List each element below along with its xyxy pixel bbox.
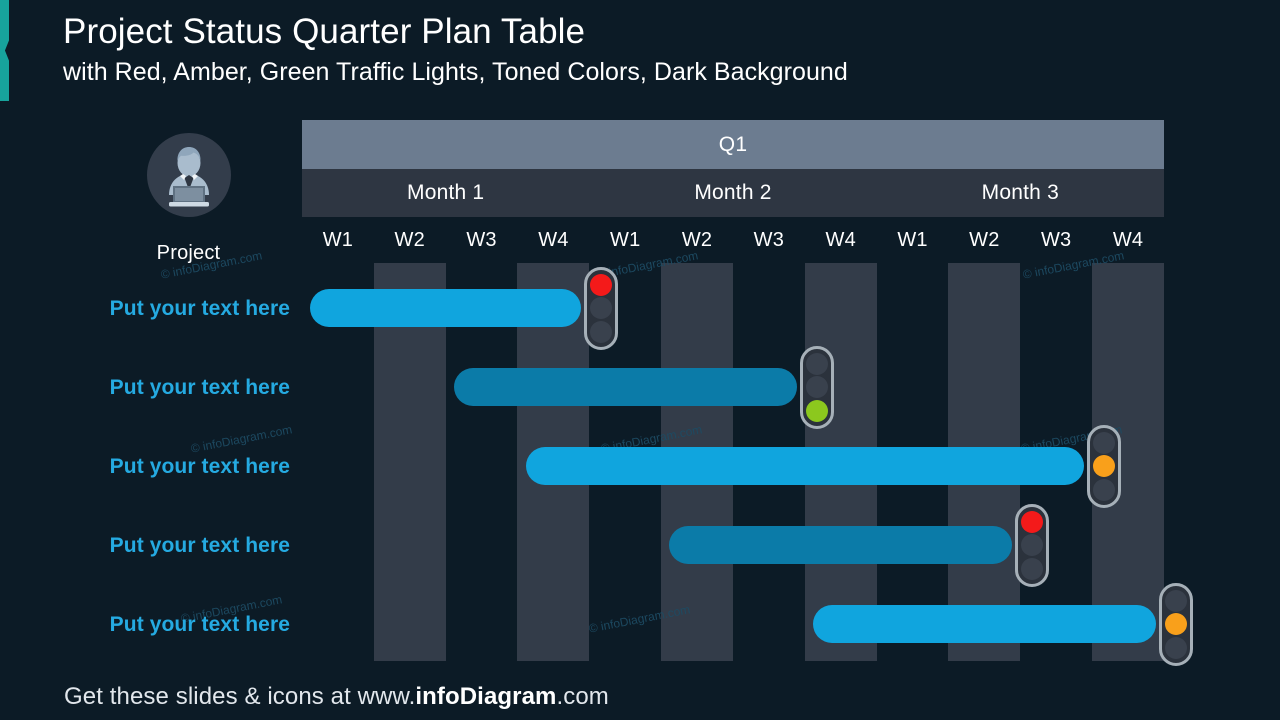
week-header-cell: W2 bbox=[969, 228, 1000, 251]
project-label: Project bbox=[156, 242, 221, 264]
page-title: Project Status Quarter Plan Table bbox=[63, 12, 586, 51]
task-bar[interactable] bbox=[669, 526, 1013, 564]
week-header-cell: W4 bbox=[1112, 228, 1144, 251]
traffic-light-red-lamp bbox=[1021, 510, 1044, 533]
traffic-light-amber[interactable] bbox=[1087, 425, 1122, 508]
task-bar[interactable] bbox=[812, 605, 1156, 643]
traffic-light-green-lamp bbox=[805, 400, 828, 423]
traffic-light-green-lamp bbox=[1021, 558, 1044, 581]
month-header-row: Month 1 Month 2 Month 3 bbox=[302, 169, 1164, 217]
week-header-cell: W1 bbox=[610, 228, 641, 251]
task-row-label: Put your text here bbox=[109, 455, 290, 478]
week-header-cell: W3 bbox=[753, 228, 785, 251]
traffic-light-green[interactable] bbox=[799, 346, 834, 429]
week-header-cell: W2 bbox=[681, 228, 713, 251]
traffic-light-red-lamp bbox=[805, 352, 828, 375]
footer-suffix: .com bbox=[556, 683, 609, 710]
week-header-cell: W1 bbox=[322, 228, 354, 251]
left-accent-bar bbox=[0, 0, 9, 101]
traffic-light-amber-lamp bbox=[1021, 534, 1044, 557]
week-header-cell: W4 bbox=[538, 228, 569, 251]
page-subtitle: with Red, Amber, Green Traffic Lights, T… bbox=[63, 58, 848, 86]
week-header-cell: W2 bbox=[394, 228, 425, 251]
task-row-label: Put your text here bbox=[109, 534, 290, 557]
traffic-light-amber[interactable] bbox=[1159, 583, 1193, 666]
week-header-cell: W1 bbox=[897, 228, 928, 251]
month-header-cell: Month 1 bbox=[407, 181, 485, 204]
traffic-light-red[interactable] bbox=[584, 267, 619, 350]
quarter-header-row: Q1 bbox=[302, 120, 1164, 169]
traffic-light-green-lamp bbox=[1093, 479, 1116, 502]
week-header-cell: W3 bbox=[466, 228, 497, 251]
month-header-cell: Month 2 bbox=[694, 181, 772, 204]
traffic-light-red-lamp bbox=[1165, 589, 1187, 612]
schedule-header: Q1 Month 1 Month 2 Month 3 W1 W2 W3 W4 W… bbox=[302, 120, 1164, 263]
traffic-light-amber-lamp bbox=[1165, 613, 1187, 636]
task-row-label: Put your text here bbox=[109, 613, 290, 636]
watermark-text: © infoDiagram.com bbox=[179, 592, 284, 626]
watermark-text: © infoDiagram.com bbox=[189, 422, 294, 456]
footer-prefix: Get these slides & icons at www. bbox=[64, 683, 416, 710]
traffic-light-green-lamp bbox=[1165, 637, 1187, 660]
person-at-laptop-icon bbox=[146, 133, 231, 217]
task-bar[interactable] bbox=[525, 447, 1085, 485]
traffic-light-amber-lamp bbox=[590, 297, 613, 320]
task-bar[interactable] bbox=[453, 368, 797, 406]
traffic-light-red[interactable] bbox=[1015, 504, 1050, 587]
title-block: Project Status Quarter Plan Table with R… bbox=[63, 10, 1163, 89]
week-header-row: W1 W2 W3 W4 W1 W2 W3 W4 W1 W2 W3 W4 bbox=[302, 217, 1164, 263]
week-header-cell: W4 bbox=[825, 228, 856, 251]
month-header-cell: Month 3 bbox=[981, 181, 1059, 204]
traffic-light-red-lamp bbox=[590, 273, 613, 296]
traffic-light-amber-lamp bbox=[1093, 455, 1116, 478]
quarter-label: Q1 bbox=[718, 132, 748, 156]
footer-credit: Get these slides & icons at www.infoDiag… bbox=[64, 683, 609, 711]
project-column: Project bbox=[126, 133, 251, 265]
task-bar[interactable] bbox=[310, 289, 582, 327]
week-header-cell: W3 bbox=[1040, 228, 1072, 251]
traffic-light-green-lamp bbox=[590, 321, 613, 344]
task-row-label: Put your text here bbox=[109, 376, 290, 399]
traffic-light-red-lamp bbox=[1093, 431, 1116, 454]
task-row-label: Put your text here bbox=[109, 297, 290, 320]
traffic-light-amber-lamp bbox=[805, 376, 828, 399]
footer-brand: infoDiagram bbox=[415, 683, 557, 710]
